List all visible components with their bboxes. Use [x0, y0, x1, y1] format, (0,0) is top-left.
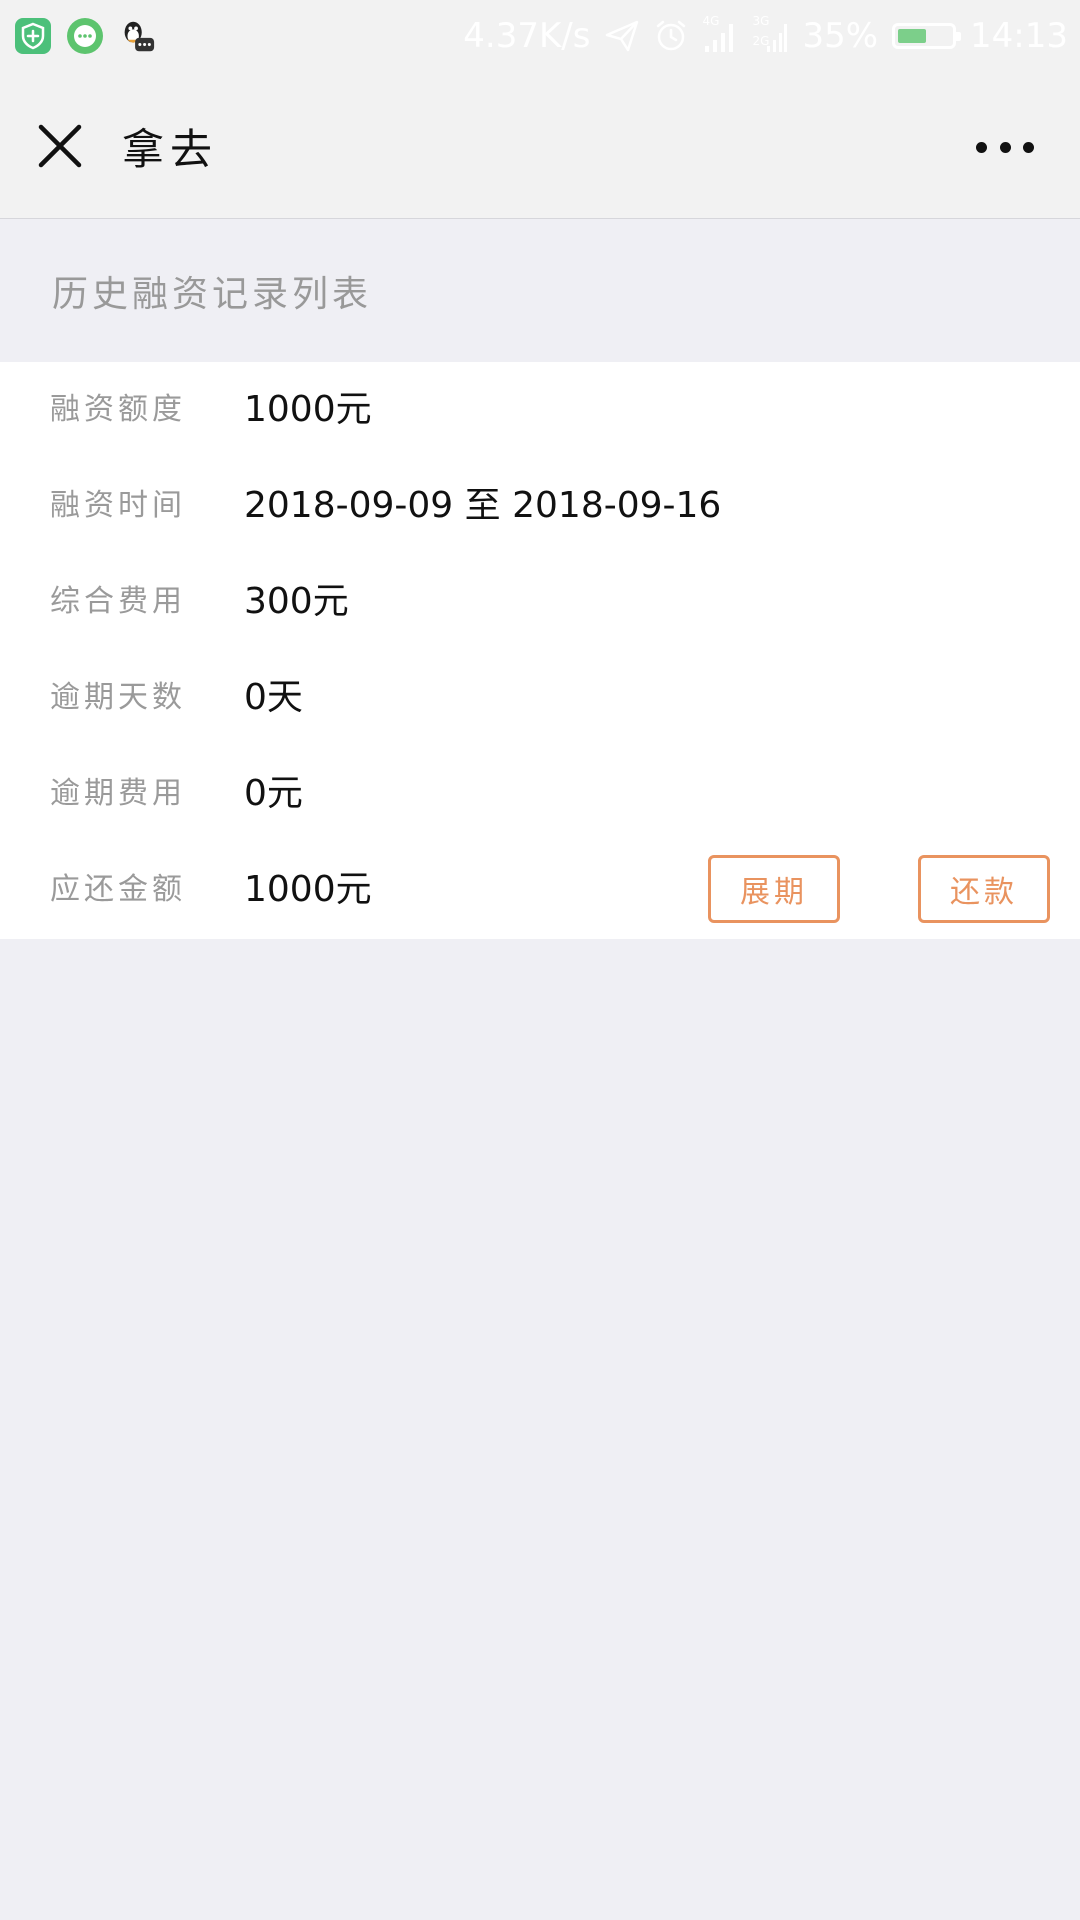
shield-app-icon: [14, 17, 52, 55]
more-icon-dot: [1023, 141, 1034, 153]
page-background: [0, 939, 1080, 1920]
clock: 14:13: [970, 16, 1068, 56]
more-icon: [976, 141, 987, 153]
section-title: 历史融资记录列表: [52, 274, 373, 315]
row-label: 融资时间: [50, 488, 186, 523]
row-label: 逾期天数: [50, 680, 186, 715]
network-speed: 4.37K/s: [463, 16, 591, 56]
sim2-sub-label: 2G: [752, 34, 770, 48]
row-value: 2018-09-09 至 2018-09-16: [244, 485, 722, 526]
record-row-amount: 融资额度 1000元: [0, 362, 1080, 458]
message-app-icon: [66, 17, 104, 55]
row-value: 1000元: [244, 389, 372, 430]
record-row-overdue-days: 逾期天数 0天: [0, 650, 1080, 746]
row-label: 逾期费用: [50, 776, 186, 811]
page-title: 拿去: [122, 125, 219, 174]
more-button[interactable]: [976, 132, 1034, 162]
alarm-icon: [654, 19, 688, 53]
close-icon: [38, 124, 82, 168]
close-button[interactable]: [34, 120, 86, 172]
row-value: 0天: [244, 677, 303, 718]
notification-icons: [14, 16, 156, 56]
sim1-label: 4G: [702, 14, 720, 28]
row-value: 0元: [244, 773, 303, 814]
record-row-fee: 综合费用 300元: [0, 554, 1080, 650]
sim2-label: 3G: [752, 14, 770, 28]
row-label: 应还金额: [50, 872, 186, 907]
system-status: 4.37K/s 4G 3G 2G 35% 14:13: [463, 14, 1068, 56]
financing-record-card: 融资额度 1000元 融资时间 2018-09-09 至 2018-09-16 …: [0, 362, 1080, 939]
battery-icon: [892, 23, 962, 49]
row-value: 1000元: [244, 869, 372, 910]
screen: 4.37K/s 4G 3G 2G 35% 14:13 拿去 历史融资记录列表 融…: [0, 0, 1080, 1920]
section-header: 历史融资记录列表: [0, 219, 1080, 362]
nav-bar: 拿去: [0, 72, 1080, 219]
more-icon-dot: [999, 141, 1011, 153]
row-label: 融资额度: [50, 392, 186, 427]
row-value: 300元: [244, 581, 349, 622]
battery-percent: 35%: [802, 16, 879, 56]
extend-button[interactable]: 展期: [708, 855, 840, 923]
record-row-overdue-fee: 逾期费用 0元: [0, 746, 1080, 842]
sim1-signal-icon: 4G: [702, 14, 738, 54]
battery-level: [898, 29, 927, 43]
repay-button[interactable]: 还款: [918, 855, 1050, 923]
status-bar: 4.37K/s 4G 3G 2G 35% 14:13: [0, 0, 1080, 72]
airplane-mode-icon: [604, 19, 640, 53]
record-row-period: 融资时间 2018-09-09 至 2018-09-16: [0, 458, 1080, 554]
sim2-signal-icon: 3G 2G: [752, 14, 788, 54]
qq-penguin-icon: [118, 17, 156, 55]
row-label: 综合费用: [50, 584, 186, 619]
